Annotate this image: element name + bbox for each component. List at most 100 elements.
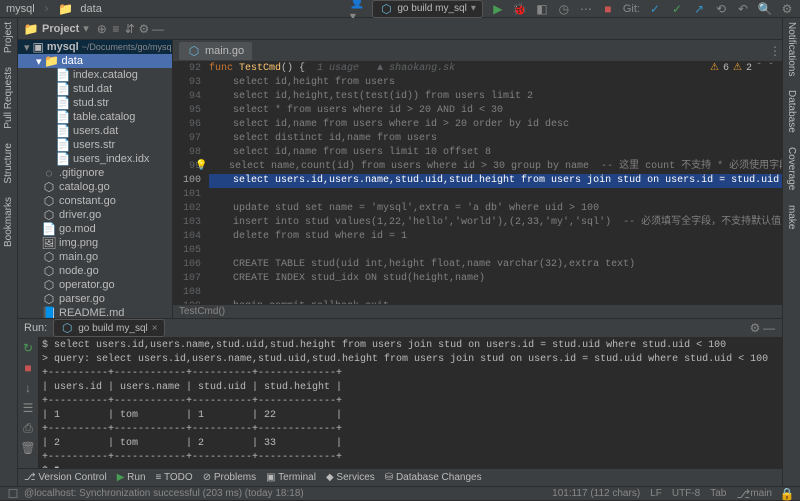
breadcrumb-sub[interactable]: data [80, 3, 101, 15]
toolwin-run[interactable]: ▶ Run [117, 472, 146, 483]
profile-icon[interactable]: ◷ [557, 2, 571, 16]
more-icon[interactable]: ⋮ [768, 44, 782, 58]
stop-icon[interactable]: ■ [601, 2, 615, 16]
toolwin-vcs[interactable]: ⎇ Version Control [24, 472, 107, 483]
indent[interactable]: Tab [710, 488, 726, 499]
expand-icon[interactable]: ▾ [24, 41, 30, 54]
toolwin-dbchanges[interactable]: ⛁ Database Changes [385, 472, 482, 483]
git-rollback-icon[interactable]: ↶ [736, 2, 750, 16]
project-title[interactable]: Project [42, 23, 79, 35]
left-tab-structure[interactable]: Structure [3, 143, 14, 184]
hide-icon[interactable]: — [151, 22, 165, 36]
editor-breadcrumb[interactable]: TestCmd() [173, 304, 782, 318]
attach-icon[interactable]: ⋯ [579, 2, 593, 16]
coverage-icon[interactable]: ◧ [535, 2, 549, 16]
tree-file[interactable]: 📘README.md [18, 306, 172, 318]
right-tab-database[interactable]: Database [786, 90, 797, 133]
toolwin-problems[interactable]: ⊘ Problems [203, 472, 256, 483]
tree-file[interactable]: ⬡driver.go [18, 208, 172, 222]
tree-file[interactable]: ⬡operator.go [18, 278, 172, 292]
left-tab-project[interactable]: Project [3, 22, 14, 53]
tree-file-label: table.catalog [73, 111, 135, 123]
run-header: Run: ⬡ go build my_sql × ⚙ — [18, 319, 782, 337]
settings-icon[interactable]: ⚙ [780, 2, 794, 16]
select-opened-icon[interactable]: ⊕ [95, 22, 109, 36]
tree-file[interactable]: 📄stud.dat [18, 82, 172, 96]
bulb-icon[interactable]: 💡 [195, 160, 205, 174]
layout-icon[interactable]: ☰ [21, 401, 35, 415]
crumb-func[interactable]: TestCmd() [179, 306, 225, 317]
user-dropdown-icon[interactable]: 👤▾ [350, 2, 364, 16]
tree-file-label: README.md [59, 307, 124, 318]
delete-icon[interactable]: 🗑 [21, 441, 35, 455]
hide-icon[interactable]: — [762, 321, 776, 335]
file-icon: ◌ [42, 166, 56, 180]
git-push-icon[interactable]: ↗ [692, 2, 706, 16]
toolwin-terminal[interactable]: ▣ Terminal [266, 472, 316, 483]
close-icon[interactable]: × [152, 323, 158, 334]
weak-warning-icon: ⚠ [733, 62, 742, 76]
breadcrumb-root[interactable]: mysql [6, 3, 35, 15]
tree-file[interactable]: 🖼img.png [18, 236, 172, 250]
toolwin-services[interactable]: ◆ Services [326, 472, 375, 483]
tree-file[interactable]: ⬡main.go [18, 250, 172, 264]
git-update-icon[interactable]: ✓ [648, 2, 662, 16]
expand-all-icon[interactable]: ≡ [109, 22, 123, 36]
branch-icon[interactable]: ⎇ [736, 487, 750, 501]
tree-root[interactable]: ▾ ▣ mysql ~/Documents/go/mysql [18, 40, 172, 54]
usage-hint[interactable]: 1 usage [317, 63, 359, 74]
line-sep[interactable]: LF [650, 488, 662, 499]
git-branch[interactable]: main [750, 488, 772, 499]
right-tab-make[interactable]: make [786, 205, 797, 229]
caret-position[interactable]: 101:117 (112 chars) [552, 488, 640, 499]
project-tree[interactable]: ▾ ▣ mysql ~/Documents/go/mysql ▾ 📁 data … [18, 40, 173, 318]
tree-file[interactable]: 📄users_index.idx [18, 152, 172, 166]
tree-file[interactable]: 📄users.dat [18, 124, 172, 138]
tree-file[interactable]: 📄users.str [18, 138, 172, 152]
inspection-widget[interactable]: ⚠6 ⚠2 ˆ ˇ [710, 62, 774, 76]
chevron-down-icon[interactable]: ▾ [83, 22, 89, 35]
gear-icon[interactable]: ⚙ [137, 22, 151, 36]
path-bar: mysql › 📁 data 👤▾ ⬡ go build my_sql ▾ ▶ … [0, 0, 800, 18]
tree-file[interactable]: ⬡catalog.go [18, 180, 172, 194]
console-output[interactable]: $ select users.id,users.name,stud.uid,st… [38, 337, 782, 481]
left-tab-pull-requests[interactable]: Pull Requests [3, 67, 14, 129]
git-commit-icon[interactable]: ✓ [670, 2, 684, 16]
tab-main-go[interactable]: ⬡ main.go [179, 42, 252, 60]
code-area[interactable]: 92func TestCmd() { 1 usage ▲ shaokang.sk… [173, 62, 782, 304]
stop-icon[interactable]: ■ [21, 361, 35, 375]
run-icon[interactable]: ▶ [491, 2, 505, 16]
down-icon[interactable]: ↓ [21, 381, 35, 395]
collapse-all-icon[interactable]: ⇵ [123, 22, 137, 36]
tree-file-label: users_index.idx [73, 153, 149, 165]
background-tasks-icon[interactable]: ☐ [6, 487, 20, 501]
debug-icon[interactable]: 🐞 [513, 2, 527, 16]
gear-icon[interactable]: ⚙ [748, 321, 762, 335]
status-message: @localhost: Synchronization successful (… [24, 488, 304, 499]
right-tab-notifications[interactable]: Notifications [786, 22, 797, 76]
git-history-icon[interactable]: ⟲ [714, 2, 728, 16]
tree-file[interactable]: ◌.gitignore [18, 166, 172, 180]
file-encoding[interactable]: UTF-8 [672, 488, 700, 499]
tree-file[interactable]: ⬡parser.go [18, 292, 172, 306]
toolwin-todo[interactable]: ≡ TODO [156, 472, 193, 483]
tree-file[interactable]: 📄go.mod [18, 222, 172, 236]
tree-file[interactable]: ⬡node.go [18, 264, 172, 278]
run-tab[interactable]: ⬡ go build my_sql × [53, 319, 164, 337]
tab-label: main.go [205, 45, 244, 57]
tree-file[interactable]: 📄table.catalog [18, 110, 172, 124]
search-icon[interactable]: 🔍 [758, 2, 772, 16]
tree-file[interactable]: 📄stud.str [18, 96, 172, 110]
expand-icon[interactable]: ▾ [36, 55, 42, 68]
right-tab-coverage[interactable]: Coverage [786, 147, 797, 190]
lock-icon[interactable]: 🔒 [780, 487, 794, 501]
run-config-selector[interactable]: ⬡ go build my_sql ▾ [372, 0, 483, 18]
tree-file-label: stud.dat [73, 83, 112, 95]
tree-file[interactable]: ⬡constant.go [18, 194, 172, 208]
rerun-icon[interactable]: ↻ [21, 341, 35, 355]
tree-file[interactable]: 📄index.catalog [18, 68, 172, 82]
tree-folder-data[interactable]: ▾ 📁 data [18, 54, 172, 68]
left-tab-bookmarks[interactable]: Bookmarks [3, 197, 14, 247]
print-icon[interactable]: ⎙ [21, 421, 35, 435]
author-hint[interactable]: shaokang.sk [389, 63, 455, 74]
